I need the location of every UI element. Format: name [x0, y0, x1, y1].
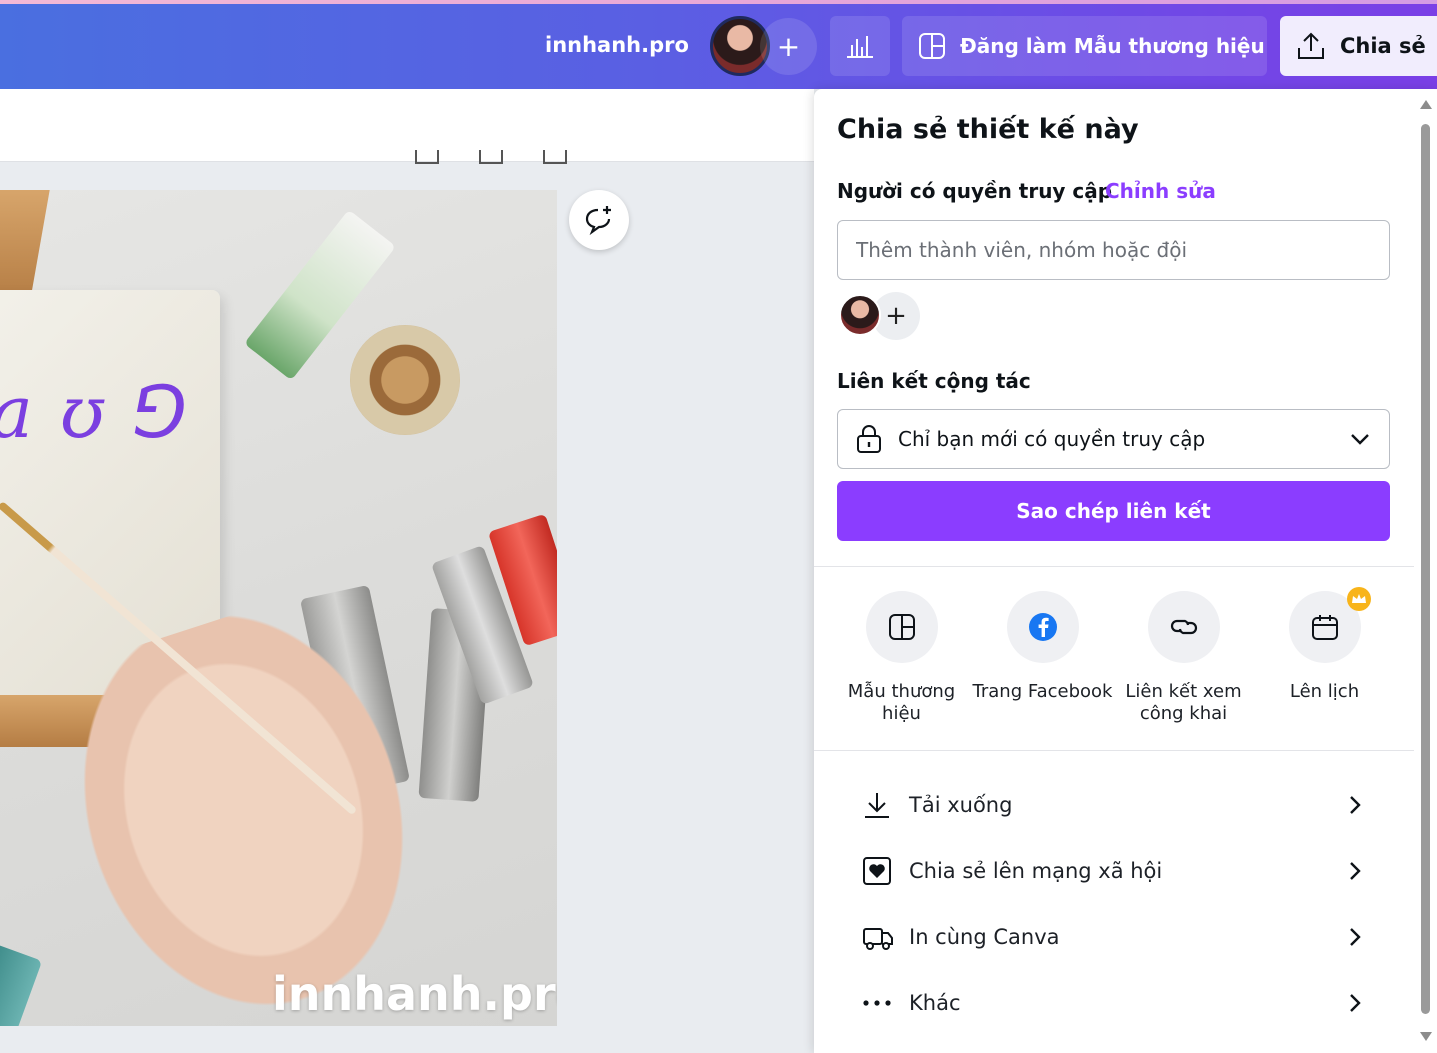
download-item[interactable]: Tải xuống: [862, 779, 1362, 831]
divider: [814, 566, 1414, 567]
quick-action-label: Mẫu thương hiệu: [847, 681, 956, 724]
canvas-watermark: innhanh.pro: [272, 967, 557, 1021]
chevron-right-icon: [1350, 928, 1361, 946]
more-icon: [863, 1000, 891, 1006]
quick-action-facebook[interactable]: Trang Facebook: [972, 591, 1113, 703]
share-panel: Chia sẻ thiết kế này Người có quyền truy…: [814, 89, 1437, 1053]
access-edit-link[interactable]: Chỉnh sửa: [1105, 179, 1216, 203]
quick-action-schedule[interactable]: Lên lịch: [1254, 587, 1395, 703]
pencil-cup: [350, 325, 460, 435]
canvas-script-text: a ʊ ⅁: [0, 370, 190, 454]
more-item[interactable]: Khác: [862, 977, 1362, 1029]
template-icon: [888, 614, 915, 640]
chevron-right-icon: [1350, 994, 1361, 1012]
download-icon: [865, 793, 889, 818]
quick-action-brand-template[interactable]: Mẫu thương hiệu: [831, 591, 972, 725]
design-canvas[interactable]: a ʊ ⅁ innhanh.pro: [0, 190, 557, 1026]
upload-icon: [1298, 32, 1324, 59]
template-icon: [919, 33, 945, 59]
editor-toolbar: [0, 89, 814, 162]
truck-icon: [863, 928, 893, 950]
chevron-down-icon: [1351, 434, 1369, 445]
print-canva-label: In cùng Canva: [909, 925, 1060, 949]
quick-action-label: Liên kết xem công khai: [1125, 681, 1242, 724]
paint-tube-teal: [0, 943, 43, 1026]
share-button-label: Chia sẻ: [1340, 34, 1426, 58]
share-social-item[interactable]: Chia sẻ lên mạng xã hội: [862, 845, 1362, 897]
download-label: Tải xuống: [909, 793, 1013, 817]
bar-chart-icon: [847, 36, 873, 58]
add-comment-button[interactable]: [569, 190, 629, 250]
comment-add-icon: [585, 206, 611, 236]
scroll-thumb[interactable]: [1421, 124, 1430, 1014]
top-accent-line: [0, 0, 1437, 4]
link-access-select[interactable]: Chỉ bạn mới có quyền truy cập: [837, 409, 1390, 469]
publish-brand-template-button[interactable]: Đăng làm Mẫu thương hiệu: [902, 16, 1267, 76]
insights-button[interactable]: [830, 16, 890, 76]
easel-clamp: [0, 190, 50, 300]
chevron-right-icon: [1350, 862, 1361, 880]
chevron-right-icon: [1350, 796, 1361, 814]
link-access-value: Chỉ bạn mới có quyền truy cập: [898, 427, 1206, 451]
duplicate-page-icon[interactable]: [543, 150, 567, 164]
panel-scrollbar[interactable]: [1419, 98, 1433, 1046]
lock-icon: [857, 425, 881, 453]
share-social-label: Chia sẻ lên mạng xã hội: [909, 859, 1163, 883]
top-bar: innhanh.pro + Đăng làm Mẫu thương hiệu C…: [0, 0, 1437, 89]
quick-action-label: Lên lịch: [1289, 681, 1360, 702]
more-label: Khác: [909, 991, 961, 1015]
site-title[interactable]: innhanh.pro: [545, 33, 689, 57]
add-collaborator-button[interactable]: +: [760, 18, 817, 75]
calendar-icon: [1311, 615, 1338, 640]
access-label: Người có quyền truy cập: [837, 179, 1113, 203]
quick-action-public-link[interactable]: Liên kết xem công khai: [1113, 591, 1254, 725]
divider: [814, 750, 1414, 751]
share-panel-title: Chia sẻ thiết kế này: [837, 114, 1139, 145]
crown-icon: [1346, 587, 1371, 611]
page-actions: [415, 150, 567, 164]
add-member-input[interactable]: [837, 220, 1390, 280]
link-icon: [1170, 619, 1197, 635]
scroll-down-arrow[interactable]: [1420, 1032, 1432, 1041]
print-canva-item[interactable]: In cùng Canva: [862, 911, 1362, 963]
share-button[interactable]: Chia sẻ: [1280, 16, 1437, 76]
quick-action-label: Trang Facebook: [972, 681, 1113, 702]
publish-brand-template-label: Đăng làm Mẫu thương hiệu: [960, 34, 1265, 58]
add-page-icon[interactable]: [479, 150, 503, 164]
copy-link-button[interactable]: Sao chép liên kết: [837, 481, 1390, 541]
facebook-icon: [1028, 613, 1057, 641]
member-avatar[interactable]: [839, 294, 881, 336]
scroll-up-arrow[interactable]: [1420, 100, 1432, 109]
collab-link-label: Liên kết cộng tác: [837, 369, 1031, 393]
page-up-icon[interactable]: [415, 150, 439, 164]
heart-icon: [863, 857, 891, 885]
